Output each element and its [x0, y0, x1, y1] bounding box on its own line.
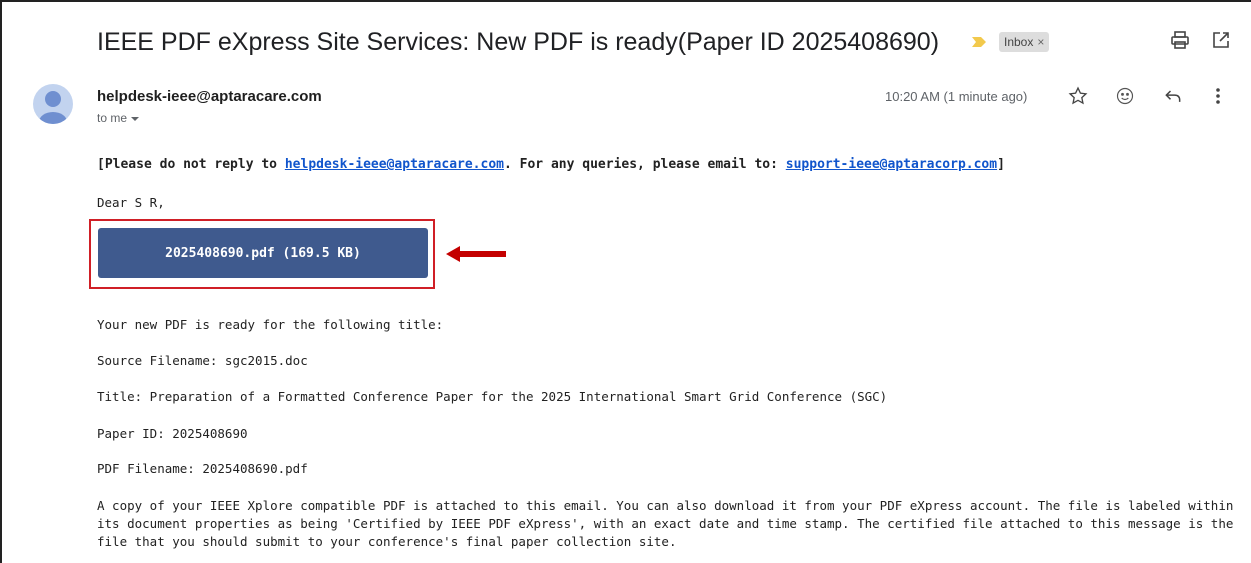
notice-text-middle: . For any queries, please email to: — [504, 157, 786, 172]
emoji-icon[interactable] — [1113, 84, 1137, 108]
reply-icon[interactable] — [1161, 84, 1185, 108]
certification-paragraph: A copy of your IEEE Xplore compatible PD… — [97, 498, 1234, 549]
paper-id-line: Paper ID: 2025408690 — [97, 426, 248, 441]
source-filename-line: Source Filename: sgc2015.doc — [97, 353, 308, 368]
print-icon[interactable] — [1170, 30, 1190, 50]
notice-text-end: ] — [997, 157, 1005, 172]
notice-text-start: [Please do not reply to — [97, 157, 285, 172]
ready-intro-line: Your new PDF is ready for the following … — [97, 317, 444, 332]
red-arrow-icon — [446, 246, 506, 262]
chevron-down-icon — [131, 117, 140, 121]
person-icon — [39, 91, 67, 124]
title-line: Title: Preparation of a Formatted Confer… — [97, 389, 888, 404]
email-subject: IEEE PDF eXpress Site Services: New PDF … — [97, 28, 940, 56]
no-reply-notice: [Please do not reply to helpdesk-ieee@ap… — [97, 157, 1005, 172]
inbox-label-chip[interactable]: Inbox × — [999, 32, 1050, 52]
inbox-label-text: Inbox — [1004, 35, 1034, 49]
helpdesk-email-link[interactable]: helpdesk-ieee@aptaracare.com — [285, 157, 504, 172]
pdf-filename-line: PDF Filename: 2025408690.pdf — [97, 461, 308, 476]
greeting: Dear S R, — [97, 195, 165, 210]
sender-address[interactable]: helpdesk-ieee@aptaracare.com — [97, 88, 322, 105]
download-pdf-button[interactable]: 2025408690.pdf (169.5 KB) — [98, 228, 428, 278]
more-vertical-icon[interactable] — [1206, 84, 1230, 108]
recipient-text: to me — [97, 111, 128, 125]
support-email-link[interactable]: support-ieee@aptaracorp.com — [786, 157, 997, 172]
sender-avatar[interactable] — [33, 84, 73, 124]
open-new-window-icon[interactable] — [1212, 31, 1230, 49]
recipient-details[interactable]: to me — [97, 111, 140, 125]
email-timestamp: 10:20 AM (1 minute ago) — [885, 89, 1028, 104]
importance-marker-icon[interactable] — [972, 37, 986, 47]
star-icon[interactable] — [1066, 84, 1090, 108]
remove-label-button[interactable]: × — [1037, 32, 1044, 52]
